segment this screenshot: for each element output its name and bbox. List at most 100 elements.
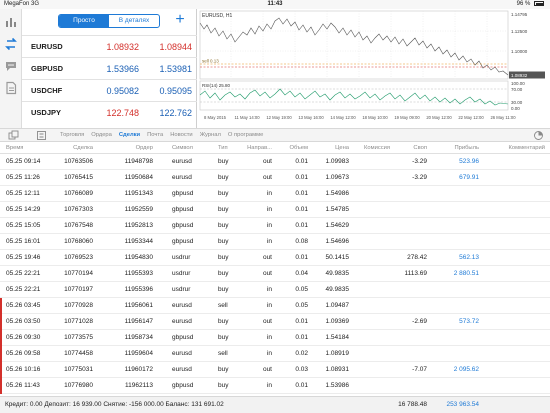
table-row[interactable]: 05.26 09:58 10774458 11959604 eurusd sell in 0… <box>0 346 550 362</box>
exchange-icon[interactable] <box>36 130 47 141</box>
cell-volume: 0.05 <box>295 302 308 309</box>
cell-direction: in <box>266 190 272 197</box>
cell-price: 1.53986 <box>325 382 350 389</box>
cell-symbol: eurusd <box>172 318 192 325</box>
quote-row[interactable]: EURUSD 1.08932 1.08944 <box>22 35 197 57</box>
cell-symbol: gbpusd <box>172 238 194 245</box>
table-row[interactable]: 05.25 12:11 10766089 11951343 gbpusd buy in 0.… <box>0 186 550 202</box>
document-icon[interactable] <box>4 81 18 95</box>
cell-volume: 0.01 <box>295 382 308 389</box>
cell-profit: 2 095.62 <box>453 366 479 373</box>
table-row[interactable]: 05.26 10:16 10775031 11960172 eurusd buy out 0… <box>0 362 550 378</box>
quote-bid[interactable]: 0.95082 <box>106 80 139 102</box>
cell-deal: 10766089 <box>64 190 93 197</box>
column-header-commission[interactable]: Комиссия <box>350 142 390 154</box>
mode-simple-button[interactable]: Просто <box>59 15 109 27</box>
quote-row[interactable]: GBPUSD 1.53966 1.53981 <box>22 57 197 79</box>
cell-direction: in <box>266 286 272 293</box>
side-navigation <box>0 9 22 128</box>
table-row[interactable]: 05.25 22:21 10770194 11955393 usdrur buy out 0… <box>0 266 550 282</box>
cell-profit: 573.72 <box>459 318 479 325</box>
cell-volume: 0.01 <box>295 254 308 261</box>
quote-row[interactable]: USDCHF 0.95082 0.95095 <box>22 79 197 101</box>
mode-detail-button[interactable]: В деталях <box>109 15 159 27</box>
pie-chart-icon[interactable] <box>533 130 544 141</box>
column-header-volume[interactable]: Объем <box>280 142 308 154</box>
column-header-price[interactable]: Цена <box>312 142 349 154</box>
quote-ask[interactable]: 122.762 <box>159 102 192 124</box>
table-row[interactable]: 05.25 09:14 10763506 11948798 eurusd buy out 0… <box>0 154 550 170</box>
time-axis-label: 8 May 2015 <box>204 115 227 120</box>
copy-icon[interactable] <box>8 130 19 141</box>
cell-time: 05.26 09:58 <box>6 350 41 357</box>
tab-item[interactable]: Ордера <box>91 129 112 142</box>
cell-type: buy <box>218 382 229 389</box>
chart-title: EURUSD, H1 <box>202 13 233 19</box>
price-chart[interactable]: EURUSD, H1 sell 0.13 RSI(14) 25.80 1.147… <box>197 9 550 128</box>
swap-arrows-icon[interactable] <box>4 37 18 51</box>
main-panel <box>199 10 509 80</box>
tab-item[interactable]: О программе <box>228 129 263 142</box>
table-row[interactable]: 05.26 11:43 10776980 11962113 gbpusd buy in 0.… <box>0 378 550 394</box>
price-scale-label: 1.12500 <box>511 29 528 34</box>
cell-symbol: usdrur <box>172 286 191 293</box>
cell-time: 05.25 11:26 <box>6 174 40 181</box>
cell-volume: 0.01 <box>295 206 308 213</box>
tab-item[interactable]: Журнал <box>200 129 221 142</box>
cell-symbol: eurusd <box>172 158 192 165</box>
quote-row[interactable]: USDJPY 122.748 122.762 <box>22 101 197 123</box>
column-header-comment[interactable]: Комментарий <box>482 142 545 154</box>
table-row[interactable]: 05.26 09:30 10773575 11958734 gbpusd buy in 0.… <box>0 330 550 346</box>
cell-deal: 10774458 <box>64 350 93 357</box>
quote-list: EURUSD 1.08932 1.08944 GBPUSD 1.53966 1.53981… <box>22 35 197 123</box>
column-header-symbol[interactable]: Символ <box>172 142 212 154</box>
cell-direction: in <box>266 222 272 229</box>
chat-icon[interactable] <box>4 59 18 73</box>
tab-item[interactable]: Новости <box>170 129 192 142</box>
cell-direction: in <box>266 350 272 357</box>
column-header-swap[interactable]: Своп <box>395 142 427 154</box>
cell-order: 11954830 <box>124 254 153 261</box>
cell-volume: 0.01 <box>295 334 308 341</box>
time-axis-label: 19 May 09:00 <box>394 115 420 120</box>
cell-profit: 679.91 <box>459 174 479 181</box>
quote-bid[interactable]: 1.08932 <box>106 36 139 58</box>
chart-bars-icon[interactable] <box>4 15 18 29</box>
quote-ask[interactable]: 1.53981 <box>159 58 192 80</box>
battery-status: 96 % <box>517 0 544 9</box>
table-row[interactable]: 05.25 19:46 10769523 11954830 usdrur buy out 0… <box>0 250 550 266</box>
table-row[interactable]: 05.25 22:21 10770197 11955396 usdrur buy in 0.… <box>0 282 550 298</box>
column-header-time[interactable]: Время <box>6 142 50 154</box>
time-axis-label: 18 May 10:00 <box>362 115 388 120</box>
table-row[interactable]: 05.25 15:05 10767548 11952813 gbpusd buy in 0.… <box>0 218 550 234</box>
tab-item[interactable]: Торговля <box>60 129 84 142</box>
table-row[interactable]: 05.25 11:26 10765415 11950684 eurusd buy out 0… <box>0 170 550 186</box>
add-symbol-button[interactable]: + <box>172 11 188 29</box>
cell-time: 05.25 12:11 <box>6 190 40 197</box>
table-row[interactable]: 05.26 03:45 10770928 11956061 eurusd sell in 0… <box>0 298 550 314</box>
column-header-deal[interactable]: Сделка <box>48 142 93 154</box>
cell-deal: 10763506 <box>64 158 93 165</box>
cell-symbol: gbpusd <box>172 382 194 389</box>
cell-price: 1.09983 <box>325 158 350 165</box>
column-header-profit[interactable]: Прибыль <box>435 142 479 154</box>
table-row[interactable]: 05.26 03:50 10771028 11956147 eurusd buy out 0… <box>0 314 550 330</box>
chart-canvas[interactable]: EURUSD, H1 sell 0.13 RSI(14) 25.80 1.147… <box>197 9 550 128</box>
column-header-order[interactable]: Ордер <box>105 142 153 154</box>
column-header-type[interactable]: Тип <box>218 142 238 154</box>
cell-direction: out <box>262 318 272 325</box>
cell-deal: 10767548 <box>64 222 93 229</box>
tab-item[interactable]: Почта <box>147 129 163 142</box>
table-row[interactable]: 05.25 16:01 10768060 11953344 gbpusd buy in 0.… <box>0 234 550 250</box>
cell-type: buy <box>218 334 229 341</box>
quote-bid[interactable]: 122.748 <box>106 102 139 124</box>
column-header-direction[interactable]: Направ... <box>238 142 272 154</box>
quote-ask[interactable]: 1.08944 <box>159 36 192 58</box>
quote-ask[interactable]: 0.95095 <box>159 80 192 102</box>
price-scale: 1.14795 1.12500 1.10000 1.08932 100.0070.00 3… <box>511 12 528 111</box>
quote-bid[interactable]: 1.53966 <box>106 58 139 80</box>
time-axis-label: 20 May 12:00 <box>426 115 452 120</box>
table-row[interactable]: 05.25 14:29 10767303 11952559 gbpusd buy in 0.… <box>0 202 550 218</box>
tab-item[interactable]: Сделки <box>119 129 140 142</box>
cell-deal: 10770194 <box>64 270 93 277</box>
